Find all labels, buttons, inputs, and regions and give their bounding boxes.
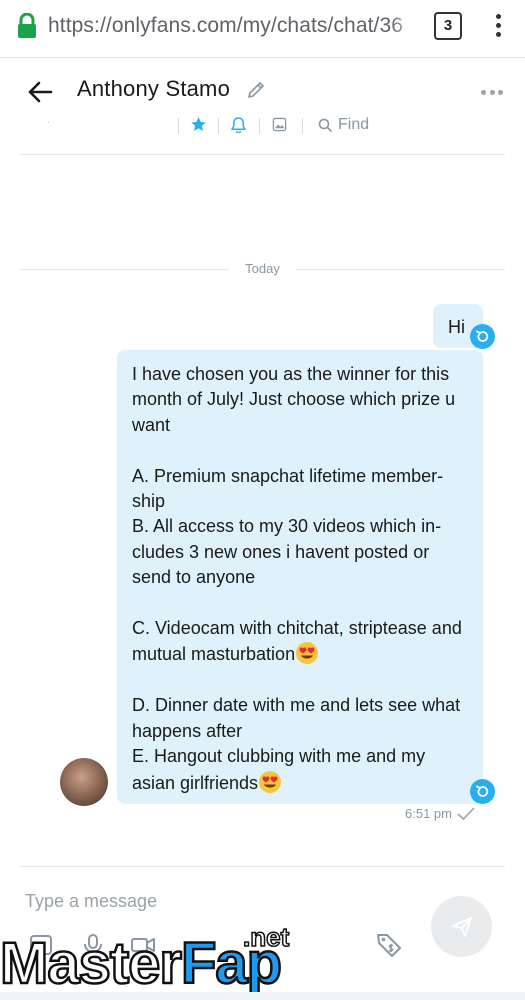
composer-divider: [20, 866, 505, 867]
chat-toolbar: . Find: [0, 113, 525, 139]
back-arrow-icon[interactable]: [26, 78, 54, 106]
avatar[interactable]: [60, 758, 108, 806]
toolbar-dot: .: [47, 115, 50, 126]
toolbar-divider: [178, 118, 179, 134]
bell-icon[interactable]: [231, 116, 246, 133]
star-icon[interactable]: [190, 116, 207, 133]
browser-menu-icon[interactable]: [490, 14, 506, 40]
checkmark-icon: [457, 807, 475, 820]
toolbar-divider: [218, 118, 219, 134]
image-icon[interactable]: [272, 117, 287, 132]
date-separator: Today: [20, 258, 505, 280]
more-options-icon[interactable]: [481, 88, 503, 96]
toolbar-divider: [259, 118, 260, 134]
contact-name[interactable]: Anthony Stamo: [77, 76, 230, 102]
heart-eyes-emoji-icon: [259, 770, 282, 793]
message-input[interactable]: [20, 886, 410, 916]
toolbar-divider: [302, 118, 303, 134]
message-meta: 6:51 pm: [405, 806, 475, 821]
bottom-strip: [0, 992, 525, 1000]
heart-eyes-emoji-icon: [296, 642, 319, 665]
undo-icon[interactable]: [470, 324, 495, 349]
header-divider: [20, 154, 505, 155]
price-tag-icon[interactable]: [375, 931, 403, 959]
tab-switcher-button[interactable]: 3: [434, 12, 462, 40]
message-text: Hi: [448, 317, 465, 337]
pencil-icon[interactable]: [246, 80, 266, 100]
message-bubble-main[interactable]: I have chosen you as the winner for this…: [117, 350, 483, 804]
url-field[interactable]: https://onlyfans.com/my/chats/chat/36: [48, 14, 420, 38]
message-text-part-2: D. Dinner date with me and lets see what…: [132, 695, 461, 793]
url-text: https://onlyfans.com/my/chats/chat/36: [48, 14, 404, 37]
message-text-part-1: I have chosen you as the winner for this…: [132, 364, 462, 665]
find-button[interactable]: Find: [318, 114, 369, 136]
watermark-domain: .net: [242, 921, 290, 953]
message-time: 6:51 pm: [405, 806, 452, 821]
undo-icon[interactable]: [470, 779, 495, 804]
search-icon: [318, 118, 332, 132]
chat-header: Anthony Stamo . Find: [0, 58, 525, 158]
lock-icon: [18, 13, 36, 38]
browser-url-bar: https://onlyfans.com/my/chats/chat/36 3: [0, 0, 525, 58]
watermark-text: MasterFap: [0, 931, 283, 996]
watermark: MasterFap .net: [0, 921, 320, 1000]
find-label: Find: [338, 116, 370, 133]
